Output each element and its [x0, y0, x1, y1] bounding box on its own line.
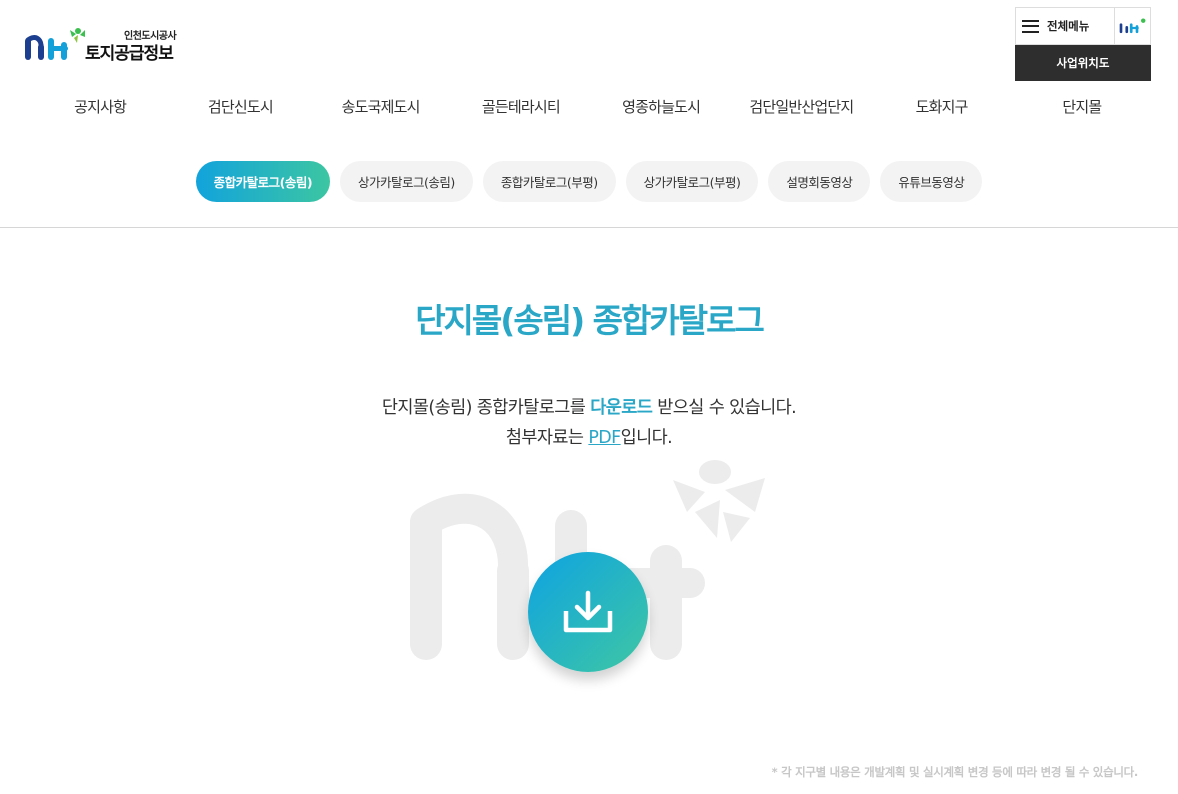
nav-item-danjimall[interactable]: 단지몰	[1012, 94, 1152, 120]
tab-youtube-video[interactable]: 유튜브동영상	[880, 161, 983, 202]
description-line-1: 단지몰(송림) 종합카탈로그를 다운로드 받으실 수 있습니다.	[0, 393, 1178, 423]
nav-item-dohwa[interactable]: 도화지구	[872, 94, 1012, 120]
utility-menu: 전체메뉴 사업위치도	[1015, 7, 1151, 81]
footer-note: * 각 지구별 내용은 개발계획 및 실시계획 변경 등에 따라 변경 될 수 …	[771, 765, 1139, 779]
desc2-pre: 첨부자료는	[505, 428, 589, 448]
download-highlight: 다운로드	[590, 398, 653, 418]
tab-catalog-bupyeong[interactable]: 종합카탈로그(부평)	[482, 161, 616, 202]
tab-shop-catalog-bupyeong[interactable]: 상가카탈로그(부평)	[625, 161, 759, 202]
hamburger-icon	[1022, 19, 1039, 33]
pdf-link[interactable]: PDF	[588, 428, 621, 448]
site-logo[interactable]: 인천도시공사 토지공급정보	[24, 26, 194, 66]
utility-top-row: 전체메뉴	[1015, 7, 1151, 45]
ih-mini-logo-icon	[1119, 18, 1145, 34]
nav-item-geomdan-industrial[interactable]: 검단일반산업단지	[731, 94, 871, 120]
nav-item-golden-terra[interactable]: 골든테라시티	[451, 94, 591, 120]
tab-shop-catalog-songrim[interactable]: 상가카탈로그(송림)	[340, 161, 473, 202]
all-menu-button[interactable]: 전체메뉴	[1016, 8, 1114, 44]
desc1-pre: 단지몰(송림) 종합카탈로그를	[381, 398, 591, 418]
catalog-tabs: 종합카탈로그(송림) 상가카탈로그(송림) 종합카탈로그(부평) 상가카탈로그(…	[0, 161, 1178, 202]
description-line-2: 첨부자료는 PDF입니다.	[0, 423, 1178, 453]
nav-item-notice[interactable]: 공지사항	[30, 94, 170, 120]
desc1-post: 받으실 수 있습니다.	[652, 398, 797, 418]
mini-logo-icon[interactable]	[1114, 8, 1150, 44]
desc2-post: 입니다.	[620, 428, 673, 448]
tab-briefing-video[interactable]: 설명회동영상	[768, 161, 871, 202]
global-nav: 공지사항 검단신도시 송도국제도시 골든테라시티 영종하늘도시 검단일반산업단지…	[30, 94, 1152, 120]
nav-item-songdo[interactable]: 송도국제도시	[311, 94, 451, 120]
nav-item-yeongjong[interactable]: 영종하늘도시	[591, 94, 731, 120]
download-button[interactable]	[528, 552, 648, 672]
all-menu-label: 전체메뉴	[1047, 19, 1090, 33]
nav-item-geomdan[interactable]: 검단신도시	[170, 94, 310, 120]
sitemap-button[interactable]: 사업위치도	[1015, 45, 1151, 81]
download-icon	[563, 590, 613, 633]
header-divider	[0, 227, 1178, 228]
tab-catalog-songrim[interactable]: 종합카탈로그(송림)	[195, 161, 331, 202]
description: 단지몰(송림) 종합카탈로그를 다운로드 받으실 수 있습니다. 첨부자료는 P…	[0, 393, 1178, 453]
page-title: 단지몰(송림) 종합카탈로그	[415, 301, 765, 340]
ih-logo-icon	[25, 28, 85, 60]
site-name: 토지공급정보	[85, 44, 174, 64]
